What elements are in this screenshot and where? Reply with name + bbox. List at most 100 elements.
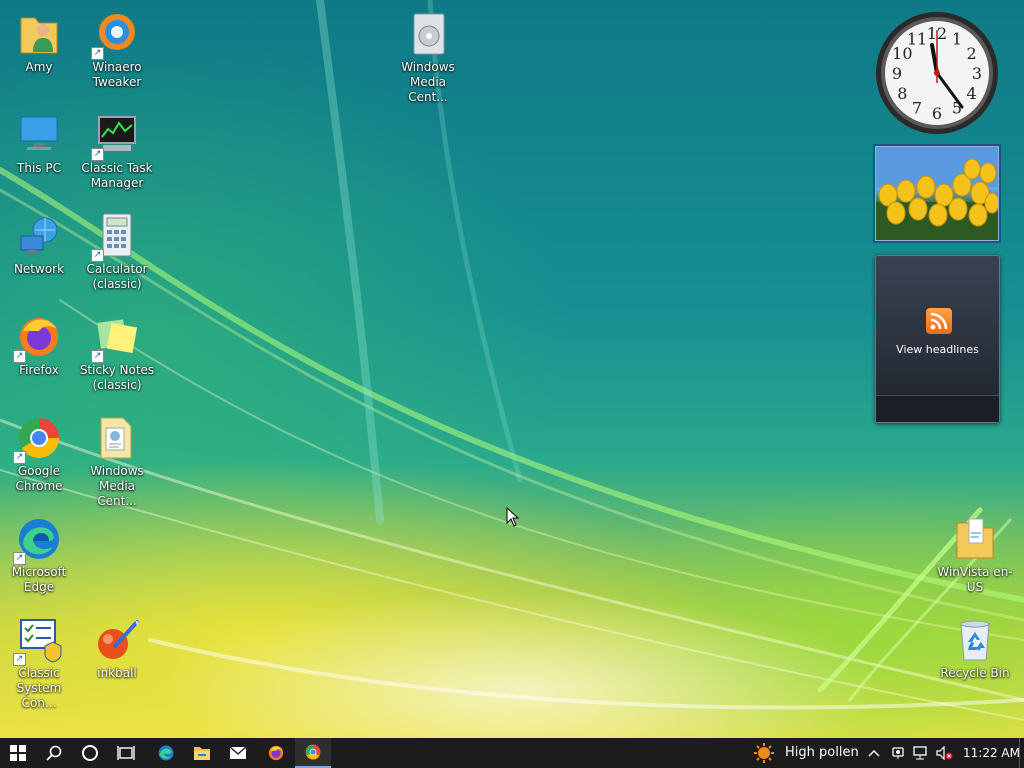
shortcut-arrow-icon: ↗: [91, 47, 104, 60]
winaero-tweaker-icon: ↗: [91, 10, 141, 60]
desktop-icon-label: Recycle Bin: [940, 666, 1010, 680]
network-wired-icon: [913, 746, 927, 760]
desktop-icon-inkball[interactable]: inkball: [79, 616, 155, 681]
windows-media-folder-icon: [93, 414, 141, 462]
user-folder-icon: [15, 10, 63, 58]
clock-numeral: 7: [912, 99, 922, 118]
tulips-photo: [876, 147, 998, 240]
desktop-icon-google-chrome[interactable]: ↗ Google Chrome: [1, 414, 77, 494]
taskbar-file-explorer[interactable]: [184, 738, 220, 768]
start-icon: [10, 745, 26, 761]
calculator-icon: ↗: [91, 212, 141, 262]
firefox-icon: [268, 745, 284, 761]
desktop-icon-label: This PC: [17, 161, 61, 175]
clock-numeral: 8: [897, 84, 907, 103]
desktop-icon-microsoft-edge[interactable]: ↗ Microsoft Edge: [1, 515, 77, 595]
chevron-up-icon: [868, 750, 880, 757]
desktop-icon-amy[interactable]: Amy: [1, 10, 77, 75]
desktop-icon-winvista-en-us[interactable]: WinVista en-US: [937, 515, 1013, 595]
desktop-icon-label: Winaero Tweaker: [92, 60, 142, 89]
cortana-icon: [82, 745, 98, 761]
start-button[interactable]: [0, 738, 36, 768]
sticky-notes-icon: ↗: [91, 313, 141, 363]
taskbar-firefox[interactable]: [258, 738, 294, 768]
desktop-icon-recycle-bin[interactable]: Recycle Bin: [937, 616, 1013, 681]
desktop-icon-label: Windows Media Cent...: [90, 464, 144, 508]
desktop-icon-this-pc[interactable]: This PC: [1, 111, 77, 176]
desktop-icon-label: Windows Media Cent...: [401, 60, 455, 104]
desktop-icon-windows-media-center-folder[interactable]: Windows Media Cent...: [79, 414, 155, 509]
desktop-icon-winaero-tweaker[interactable]: ↗ Winaero Tweaker: [79, 10, 155, 90]
desktop-icon-label: Sticky Notes (classic): [79, 363, 155, 392]
taskbar-clock[interactable]: 11:22 AM: [963, 738, 1020, 768]
desktop-icon-firefox[interactable]: ↗ Firefox: [1, 313, 77, 378]
clock-gadget[interactable]: 12 1 2 3 4 5 6 7 8 9 10 11: [874, 10, 1000, 136]
desktop-icon-calculator[interactable]: ↗ Calculator (classic): [79, 212, 155, 292]
clock-numeral: 2: [967, 44, 977, 63]
file-explorer-icon: [194, 747, 210, 760]
mouse-cursor-icon: [506, 507, 520, 527]
desktop-icon-label: Amy: [25, 60, 53, 74]
shortcut-arrow-icon: ↗: [91, 350, 104, 363]
desktop-icon-label: Firefox: [19, 363, 59, 377]
chrome-icon: ↗: [13, 414, 63, 464]
shortcut-arrow-icon: ↗: [13, 552, 26, 565]
view-headlines-link[interactable]: View headlines: [876, 343, 999, 356]
tray-volume[interactable]: [934, 738, 956, 768]
clock-numeral: 9: [892, 64, 902, 83]
task-manager-icon: ↗: [91, 111, 141, 161]
taskbar: High pollen 11:22 AM: [0, 738, 1024, 768]
windows-media-center-icon: [404, 10, 452, 58]
feed-gadget-footer: [876, 395, 999, 422]
weather-widget-button[interactable]: [746, 738, 782, 768]
cortana-button[interactable]: [72, 738, 108, 768]
desktop-icon-classic-task-manager[interactable]: ↗ Classic Task Manager: [79, 111, 155, 191]
weather-text[interactable]: High pollen: [785, 738, 859, 768]
clock-numeral: 6: [932, 104, 942, 123]
desktop-icon-sticky-notes[interactable]: ↗ Sticky Notes (classic): [79, 313, 155, 393]
desktop-icon-label: Microsoft Edge: [11, 565, 67, 594]
shortcut-arrow-icon: ↗: [13, 350, 26, 363]
edge-icon: [158, 745, 174, 761]
recycle-bin-icon: [951, 616, 999, 664]
system-configuration-icon: ↗: [13, 616, 63, 666]
feed-headlines-gadget[interactable]: View headlines: [875, 255, 1000, 423]
desktop-icon-classic-system-configuration[interactable]: ↗ Classic System Con...: [1, 616, 77, 711]
task-view-button[interactable]: [108, 738, 144, 768]
task-view-icon: [117, 746, 135, 760]
shortcut-arrow-icon: ↗: [13, 451, 26, 464]
mail-icon: [229, 746, 247, 759]
taskbar-edge[interactable]: [148, 738, 184, 768]
inkball-icon: [93, 616, 141, 664]
chrome-icon: [305, 744, 321, 760]
network-icon: [15, 212, 63, 260]
taskbar-chrome[interactable]: [295, 738, 331, 768]
desktop-icon-label: Network: [13, 262, 65, 276]
clock-numeral: 3: [972, 64, 982, 83]
computer-icon: [15, 111, 63, 159]
show-desktop-button[interactable]: [1019, 738, 1020, 768]
desktop-icon-network[interactable]: Network: [1, 212, 77, 277]
desktop-icon-label: Classic Task Manager: [81, 161, 153, 190]
desktop-icon-windows-media-center[interactable]: Windows Media Cent...: [390, 10, 466, 105]
clock-numeral: 4: [967, 84, 977, 103]
show-hidden-icons-button[interactable]: [864, 738, 884, 768]
rss-feed-icon: [926, 308, 952, 334]
clock-numeral: 1: [952, 29, 962, 48]
search-icon: [46, 745, 62, 761]
desktop-icon-label: WinVista en-US: [937, 565, 1013, 594]
taskbar-mail[interactable]: [220, 738, 256, 768]
firefox-icon: ↗: [13, 313, 63, 363]
search-button[interactable]: [36, 738, 72, 768]
webcam-icon: [892, 747, 904, 759]
tray-network[interactable]: [910, 738, 932, 768]
desktop-icon-label: Google Chrome: [15, 464, 63, 493]
volume-muted-icon: [936, 746, 953, 760]
tray-meet-now[interactable]: [888, 738, 908, 768]
folder-icon: [951, 515, 999, 563]
slideshow-gadget[interactable]: [875, 146, 999, 241]
pollen-icon: [754, 743, 774, 763]
clock-numeral: 11: [907, 29, 927, 48]
desktop-icon-label: Classic System Con...: [16, 666, 62, 710]
edge-icon: ↗: [13, 515, 63, 565]
